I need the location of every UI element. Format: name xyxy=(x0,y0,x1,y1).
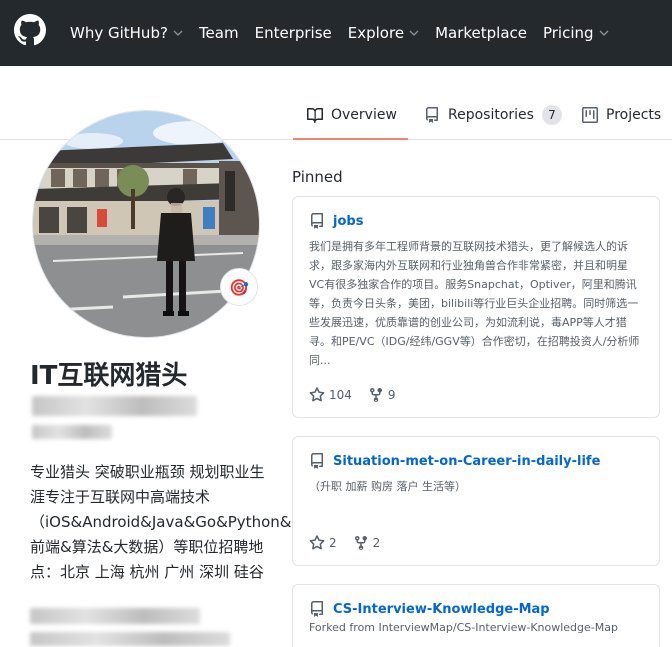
github-logo-icon[interactable] xyxy=(14,14,46,46)
repo-link-cs-interview[interactable]: CS-Interview-Knowledge-Map xyxy=(333,602,550,617)
nav-label: Explore xyxy=(347,24,405,42)
avatar[interactable] xyxy=(32,110,260,338)
nav-pricing[interactable]: Pricing xyxy=(543,24,609,42)
fork-icon xyxy=(354,535,367,551)
card-header: jobs xyxy=(309,213,643,229)
repo-icon xyxy=(311,213,323,229)
nav-why-github[interactable]: Why GitHub? xyxy=(70,24,183,42)
pinned-repo-card: CS-Interview-Knowledge-Map Forked from I… xyxy=(292,584,660,647)
nav-label: Enterprise xyxy=(254,24,332,42)
tab-label: Repositories xyxy=(448,107,534,123)
nav-enterprise[interactable]: Enterprise xyxy=(255,24,332,42)
tab-projects[interactable]: Projects xyxy=(582,100,661,140)
fork-count: 9 xyxy=(387,388,396,402)
card-header: CS-Interview-Knowledge-Map xyxy=(309,601,643,617)
nav-marketplace[interactable]: Marketplace xyxy=(435,24,527,42)
redacted-username xyxy=(32,396,197,416)
nav-label: Team xyxy=(198,24,239,42)
nav-label: Marketplace xyxy=(435,24,527,42)
tab-label: Overview xyxy=(331,107,397,123)
nav-team[interactable]: Team xyxy=(199,24,239,42)
nav-explore[interactable]: Explore xyxy=(348,24,419,42)
fork-icon xyxy=(369,387,382,403)
forked-from-link[interactable]: Forked from InterviewMap/CS-Interview-Kn… xyxy=(309,621,643,634)
book-icon xyxy=(307,107,323,123)
repo-forked-icon xyxy=(311,601,323,617)
star-count: 2 xyxy=(329,536,337,550)
chevron-down-icon xyxy=(409,30,419,36)
nav-label: Why GitHub? xyxy=(70,24,168,42)
repo-link-situation[interactable]: Situation-met-on-Career-in-daily-life xyxy=(333,454,600,469)
nav-label: Pricing xyxy=(542,24,594,42)
profile-name: IT互联网猎头 xyxy=(30,361,188,391)
repo-meta: 2 2 xyxy=(309,535,396,551)
stars-link[interactable]: 2 xyxy=(309,535,337,551)
redacted-bio-line xyxy=(30,632,230,646)
repo-description: （升职 加薪 购房 落户 生活等） xyxy=(309,480,466,493)
repo-icon xyxy=(426,107,438,123)
repositories-count-badge: 7 xyxy=(541,105,562,125)
top-navigation-bar: Why GitHub? Team Enterprise Explore Mark… xyxy=(0,0,672,66)
repo-icon xyxy=(311,453,323,469)
forks-link[interactable]: 9 xyxy=(368,387,396,403)
target-icon: 🎯 xyxy=(229,277,249,297)
star-icon xyxy=(309,535,325,550)
tab-overview[interactable]: Overview xyxy=(293,100,408,140)
chevron-down-icon xyxy=(599,30,609,36)
fork-count: 2 xyxy=(372,536,381,550)
repo-meta: 104 9 xyxy=(309,387,412,403)
redacted-bio-line xyxy=(30,608,200,624)
pinned-repo-card: Situation-met-on-Career-in-daily-life （升… xyxy=(292,436,660,566)
card-header: Situation-met-on-Career-in-daily-life xyxy=(309,453,643,469)
redacted-info xyxy=(32,425,112,439)
tab-label: Projects xyxy=(606,107,662,123)
avatar-photo xyxy=(33,111,259,337)
tab-repositories[interactable]: Repositories 7 xyxy=(424,100,562,140)
forks-link[interactable]: 2 xyxy=(353,535,381,551)
project-icon xyxy=(582,107,598,123)
stars-link[interactable]: 104 xyxy=(309,387,352,403)
star-count: 104 xyxy=(329,388,352,402)
status-emoji-badge[interactable]: 🎯 xyxy=(220,268,258,306)
chevron-down-icon xyxy=(173,30,183,36)
repo-link-jobs[interactable]: jobs xyxy=(333,214,363,229)
pinned-repo-card: jobs 我们是拥有多年工程师背景的互联网技术猎头，更了解候选人的诉求，跟多家海… xyxy=(292,196,660,418)
pinned-heading: Pinned xyxy=(292,168,343,186)
star-icon xyxy=(309,387,325,402)
profile-bio: 专业猎头 突破职业瓶颈 规划职业生涯专注于互联网中高端技术（iOS&Androi… xyxy=(30,463,407,581)
main-nav: Why GitHub? Team Enterprise Explore Mark… xyxy=(70,0,625,66)
repo-description: 我们是拥有多年工程师背景的互联网技术猎头，更了解候选人的诉求，跟多家海内外互联网… xyxy=(309,240,640,367)
